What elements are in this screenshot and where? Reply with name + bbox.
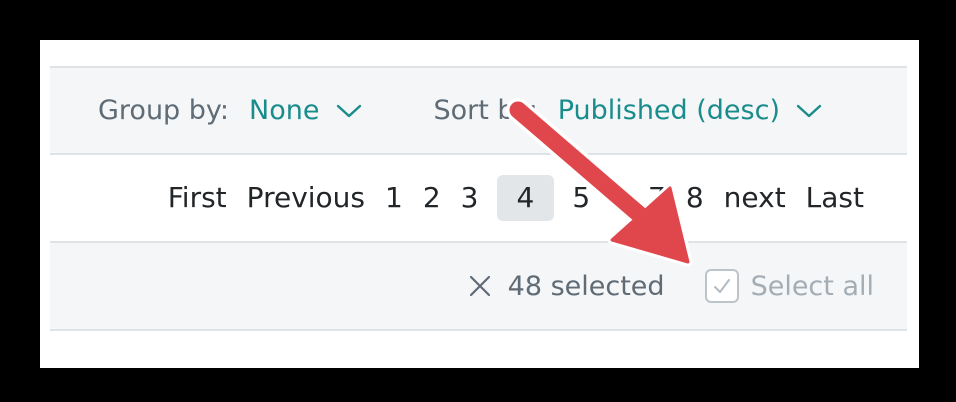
select-all-checkbox[interactable]: [704, 269, 739, 303]
pager-page-6[interactable]: 6: [600, 175, 638, 221]
close-icon[interactable]: [468, 274, 492, 298]
toolbar-row: Group by: None Sort by: Published (desc): [50, 68, 907, 155]
pager-last[interactable]: Last: [796, 175, 874, 221]
selected-count: 48 selected: [507, 270, 665, 302]
pager-page-2[interactable]: 2: [413, 175, 451, 221]
sort-by-value[interactable]: Published (desc): [558, 95, 780, 126]
pager-next[interactable]: next: [714, 175, 796, 221]
chevron-down-icon[interactable]: [336, 103, 362, 119]
group-by-dropdown[interactable]: Group by: None: [98, 95, 362, 126]
pagination: First Previous 1 2 3 4 5 6 7 8 next Last: [50, 155, 907, 243]
group-by-label: Group by:: [98, 95, 230, 126]
pager-previous[interactable]: Previous: [237, 175, 375, 221]
pager-page-7[interactable]: 7: [638, 175, 676, 221]
pager-page-3[interactable]: 3: [451, 175, 489, 221]
select-all-toggle[interactable]: Select all: [704, 269, 874, 303]
clear-selection-button[interactable]: 48 selected: [468, 271, 665, 302]
sort-by-dropdown[interactable]: Sort by: Published (desc): [434, 95, 823, 126]
sort-by-label: Sort by:: [433, 95, 538, 126]
pager-first[interactable]: First: [158, 175, 237, 221]
pager-page-8[interactable]: 8: [676, 175, 714, 221]
selection-bar: 48 selected Select all: [50, 243, 907, 331]
list-controls-panel: Group by: None Sort by: Published (desc)…: [50, 66, 907, 331]
select-all-label: Select all: [750, 270, 874, 302]
list-controls-card: Group by: None Sort by: Published (desc)…: [40, 40, 919, 368]
pager-page-5[interactable]: 5: [562, 175, 600, 221]
pager-page-current[interactable]: 4: [496, 175, 555, 221]
pager-page-1[interactable]: 1: [375, 175, 413, 221]
chevron-down-icon[interactable]: [796, 103, 822, 119]
group-by-value[interactable]: None: [249, 95, 319, 126]
